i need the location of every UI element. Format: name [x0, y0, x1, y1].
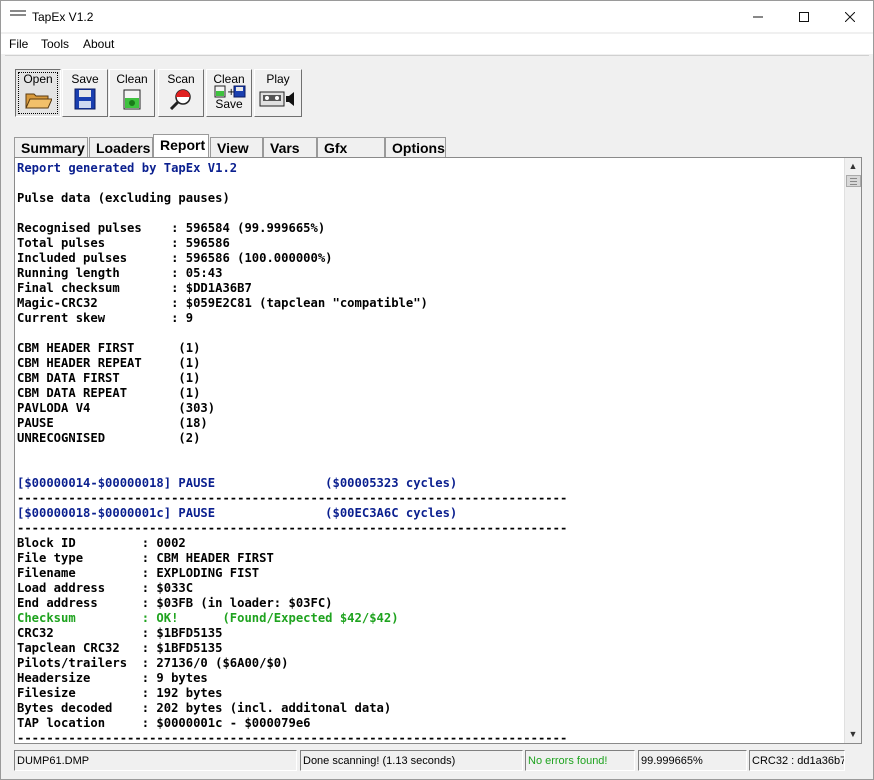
toolbar-divider [5, 55, 869, 56]
report-line: ----------------------------------------… [17, 491, 568, 505]
report-line: Filename : EXPLODING FIST [17, 566, 260, 580]
minimize-button[interactable] [735, 1, 781, 32]
menu-bar: File Tools About [1, 34, 873, 54]
report-line [17, 176, 845, 191]
report-line [17, 446, 845, 461]
clean-save-label-top: Clean [213, 72, 245, 86]
report-line: Magic-CRC32 : $059E2C81 (tapclean "compa… [17, 296, 428, 310]
report-line: File type : CBM HEADER FIRST [17, 551, 274, 565]
minimize-icon [753, 16, 763, 17]
play-button[interactable]: Play [254, 69, 302, 117]
report-line: CBM HEADER FIRST (1) [17, 341, 201, 355]
beaker-icon [123, 89, 141, 110]
magnifier-icon [169, 89, 191, 110]
report-line: Tapclean CRC32 : $1BFD5135 [17, 641, 223, 655]
clean-label: Clean [116, 72, 148, 86]
report-line: Total pulses : 596586 [17, 236, 230, 250]
report-line: Final checksum : $DD1A36B7 [17, 281, 252, 295]
open-button[interactable]: Open [15, 69, 61, 117]
clean-save-label-bottom: Save [215, 97, 243, 111]
status-percent: 99.999665% [638, 750, 747, 771]
report-line: [$00000018-$0000001c] PAUSE ($00EC3A6C c… [17, 506, 458, 520]
report-line: Load address : $033C [17, 581, 194, 595]
vertical-scrollbar[interactable]: ▲ ▼ [844, 158, 861, 743]
clean-button[interactable]: Clean [109, 69, 155, 117]
report-line [17, 326, 845, 341]
report-line: Headersize : 9 bytes [17, 671, 208, 685]
status-bar: DUMP61.DMP Done scanning! (1.13 seconds)… [1, 746, 873, 776]
report-line: CBM HEADER REPEAT (1) [17, 356, 201, 370]
report-line: Included pulses : 596586 (100.000000%) [17, 251, 333, 265]
report-line: Filesize : 192 bytes [17, 686, 223, 700]
app-icon [10, 10, 26, 22]
tab-options[interactable]: Options [385, 137, 446, 157]
save-label: Save [71, 72, 99, 86]
report-line: ----------------------------------------… [17, 521, 568, 535]
open-label: Open [23, 72, 53, 86]
report-line: CBM DATA FIRST (1) [17, 371, 201, 385]
scroll-thumb[interactable] [846, 175, 861, 187]
title-bar[interactable]: TapEx V1.2 [1, 1, 873, 32]
floppy-icon [74, 88, 96, 110]
maximize-icon [799, 11, 809, 22]
close-button[interactable] [827, 1, 873, 32]
report-line: CBM DATA REPEAT (1) [17, 386, 201, 400]
tab-loaders[interactable]: Loaders [89, 137, 153, 157]
menu-file[interactable]: File [9, 37, 28, 51]
menu-about[interactable]: About [83, 37, 114, 51]
maximize-button[interactable] [781, 1, 827, 32]
scroll-down-icon[interactable]: ▼ [845, 726, 861, 743]
report-line: Block ID : 0002 [17, 536, 186, 550]
report-pane[interactable]: Report generated by TapEx V1.2 Pulse dat… [14, 157, 862, 744]
tab-report[interactable]: Report [153, 134, 209, 157]
tab-gfx-view[interactable]: Gfx view [317, 137, 385, 172]
report-line: PAUSE (18) [17, 416, 208, 430]
status-file: DUMP61.DMP [14, 750, 297, 771]
tab-summary[interactable]: Summary [14, 137, 88, 157]
report-line: Pilots/trailers : 27136/0 ($6A00/$0) [17, 656, 289, 670]
app-window: TapEx V1.2 File Tools About Open Save Cl… [0, 0, 874, 780]
report-line: ----------------------------------------… [17, 731, 568, 744]
report-line: CRC32 : $1BFD5135 [17, 626, 223, 640]
report-line: Bytes decoded : 202 bytes (incl. additon… [17, 701, 392, 715]
report-line [17, 206, 845, 221]
report-line: Pulse data (excluding pauses) [17, 191, 230, 205]
report-line [17, 461, 845, 476]
window-title: TapEx V1.2 [32, 10, 94, 24]
report-line: Checksum : OK! (Found/Expected $42/$42) [17, 611, 399, 625]
report-text: Report generated by TapEx V1.2 Pulse dat… [17, 161, 845, 744]
play-label: Play [266, 72, 290, 86]
report-line: End address : $03FB (in loader: $03FC) [17, 596, 333, 610]
save-button[interactable]: Save [62, 69, 108, 117]
tab-vars[interactable]: Vars [263, 137, 317, 157]
status-message: Done scanning! (1.13 seconds) [300, 750, 523, 771]
report-line: TAP location : $0000001c - $000079e6 [17, 716, 311, 730]
tab-view[interactable]: View [210, 137, 263, 157]
cassette-speaker-icon [259, 91, 294, 107]
report-line: [$00000014-$00000018] PAUSE ($00005323 c… [17, 476, 458, 490]
scroll-up-icon[interactable]: ▲ [845, 158, 861, 175]
scan-label: Scan [167, 72, 195, 86]
menu-tools[interactable]: Tools [41, 37, 69, 51]
scan-button[interactable]: Scan [158, 69, 204, 117]
report-line: UNRECOGNISED (2) [17, 431, 201, 445]
report-line: Report generated by TapEx V1.2 [17, 161, 238, 175]
report-line: Current skew : 9 [17, 311, 194, 325]
folder-icon [25, 93, 52, 109]
clean-save-button[interactable]: Clean + Save [206, 69, 252, 117]
report-line: Running length : 05:43 [17, 266, 223, 280]
report-line: Recognised pulses : 596584 (99.999665%) [17, 221, 326, 235]
status-errors: No errors found! [525, 750, 635, 771]
status-crc: CRC32 : dd1a36b7 [749, 750, 845, 771]
report-line: PAVLODA V4 (303) [17, 401, 216, 415]
close-icon [845, 11, 855, 22]
